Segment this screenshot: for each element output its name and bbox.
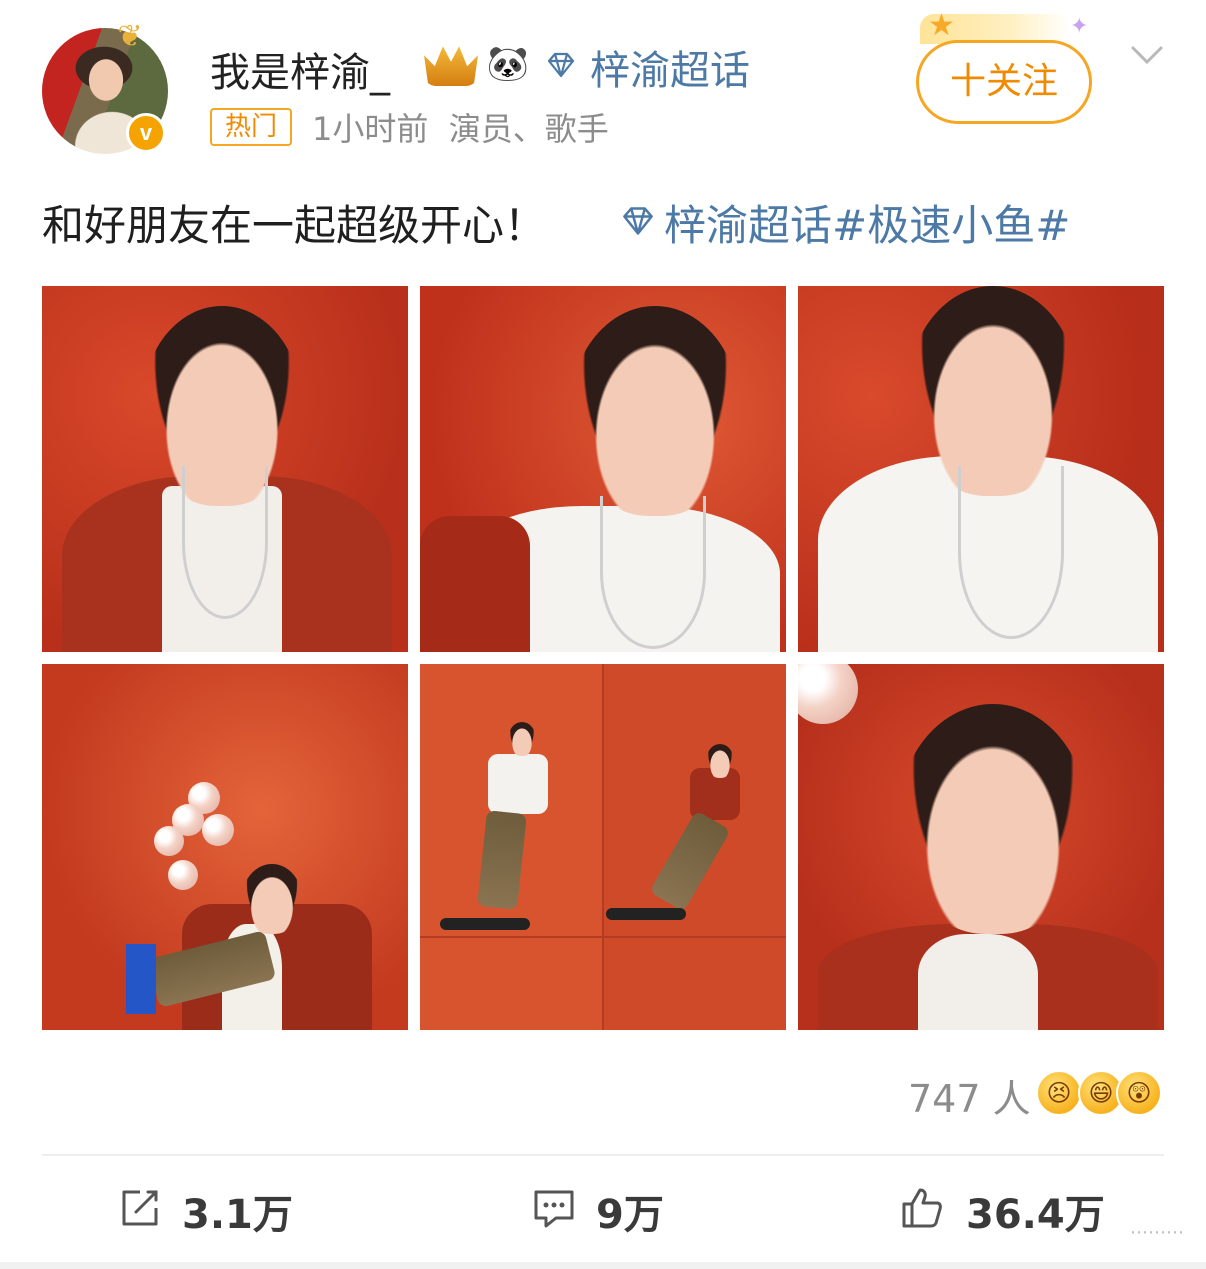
thumbs-up-icon[interactable]: [900, 1186, 944, 1230]
author-name[interactable]: 我是梓渝_: [210, 40, 390, 98]
divider: [42, 1154, 1164, 1156]
photo-2[interactable]: [420, 286, 786, 652]
comment-icon[interactable]: [532, 1186, 576, 1230]
reaction-count[interactable]: 747 人: [908, 1068, 1031, 1123]
repost-count[interactable]: 3.1万: [182, 1182, 293, 1240]
comment-count[interactable]: 9万: [596, 1182, 664, 1240]
photo-grid: [42, 286, 1164, 1030]
photo-3[interactable]: [798, 286, 1164, 652]
emoji-reaction-icon: 😲: [1116, 1070, 1162, 1116]
topic-link[interactable]: 梓渝超话#极速小鱼#: [664, 192, 1070, 253]
emoji-reaction-icon: 😣: [1036, 1070, 1082, 1116]
super-topic-link[interactable]: 梓渝超话: [590, 38, 750, 96]
panda-icon: 🐼: [486, 44, 530, 84]
photo-1[interactable]: [42, 286, 408, 652]
photo-4[interactable]: [42, 664, 408, 1030]
post-time: 1小时前: [312, 110, 429, 148]
star-icon: ★: [928, 8, 955, 43]
bottom-bar: [0, 1262, 1206, 1269]
letter-prop: [126, 944, 156, 1014]
crown-icon: [424, 46, 478, 86]
follow-button[interactable]: 十关注: [916, 40, 1092, 124]
photo-6[interactable]: [798, 664, 1164, 1030]
verified-badge-icon: v: [126, 113, 166, 153]
post-text: 和好朋友在一起超级开心！: [42, 201, 547, 250]
author-description: 演员、歌手: [448, 110, 609, 148]
repost-icon[interactable]: [118, 1186, 162, 1230]
sparkle-icon: ✦: [1070, 14, 1089, 39]
diamond-icon: [547, 52, 575, 78]
diamond-icon: [623, 207, 653, 235]
avatar-decoration-icon: ❦: [117, 19, 143, 54]
post-meta: 1小时前 演员、歌手: [312, 104, 609, 150]
chevron-down-icon[interactable]: [1130, 38, 1164, 72]
watermark: ⋯⋯⋯: [1130, 1222, 1184, 1243]
hot-badge: 热门: [210, 108, 292, 146]
like-count[interactable]: 36.4万: [966, 1182, 1105, 1240]
photo-5[interactable]: [420, 664, 786, 1030]
